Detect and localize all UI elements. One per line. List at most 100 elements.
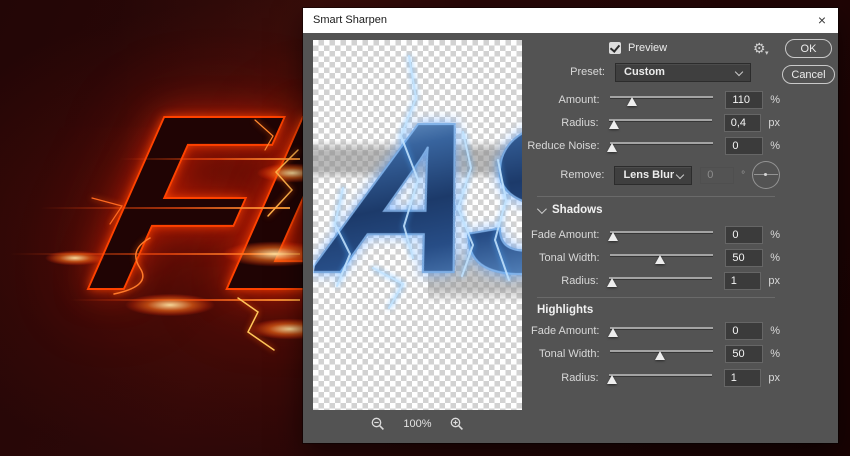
dialog-title: Smart Sharpen bbox=[313, 8, 387, 33]
radius-slider[interactable] bbox=[609, 117, 712, 130]
preview-checkbox-label: Preview bbox=[628, 42, 667, 54]
gear-icon: ⚙ bbox=[753, 40, 766, 56]
preset-label: Preset: bbox=[460, 66, 611, 78]
amount-slider[interactable] bbox=[610, 94, 714, 107]
shadows-fade-unit: % bbox=[770, 229, 780, 241]
highlights-tonal-row: Tonal Width: 50 % bbox=[460, 343, 780, 365]
highlights-radius-row: Radius: 1 px bbox=[460, 367, 780, 389]
shadows-fade-value-input[interactable]: 0 bbox=[725, 226, 763, 244]
slider-track bbox=[610, 142, 714, 144]
slider-thumb[interactable] bbox=[655, 351, 665, 360]
shadows-title: Shadows bbox=[552, 204, 602, 216]
highlights-radius-value-input[interactable]: 1 bbox=[724, 369, 762, 387]
section-divider bbox=[537, 196, 775, 197]
dialog-titlebar[interactable]: Smart Sharpen × bbox=[303, 8, 838, 33]
shadows-tonal-value-input[interactable]: 50 bbox=[725, 249, 763, 267]
slider-thumb[interactable] bbox=[627, 97, 637, 106]
highlights-fade-unit: % bbox=[770, 325, 780, 337]
section-divider bbox=[537, 297, 775, 298]
preset-value: Custom bbox=[624, 66, 665, 78]
highlights-radius-label: Radius: bbox=[460, 372, 605, 384]
reduce-noise-label: Reduce Noise: bbox=[460, 140, 606, 152]
chevron-down-icon bbox=[735, 67, 743, 75]
preview-checkbox[interactable] bbox=[609, 42, 621, 54]
reduce-noise-value-input[interactable]: 0 bbox=[725, 137, 763, 155]
amount-label: Amount: bbox=[460, 94, 606, 106]
slider-thumb[interactable] bbox=[608, 328, 618, 337]
shadows-radius-slider[interactable] bbox=[609, 275, 712, 288]
highlights-fade-label: Fade Amount: bbox=[460, 325, 606, 337]
slider-thumb[interactable] bbox=[655, 255, 665, 264]
dialog-body: AS 100% bbox=[303, 33, 838, 443]
slider-thumb[interactable] bbox=[608, 232, 618, 241]
slider-thumb[interactable] bbox=[607, 375, 617, 384]
degree-symbol: ° bbox=[741, 170, 745, 181]
radius-row: Radius: 0,4 px bbox=[460, 112, 780, 134]
radius-value-input[interactable]: 0,4 bbox=[724, 114, 762, 132]
preset-row: Preset: Custom bbox=[460, 61, 780, 83]
preset-select[interactable]: Custom bbox=[615, 63, 751, 82]
slider-track bbox=[610, 231, 714, 233]
shadows-fade-slider[interactable] bbox=[610, 229, 714, 242]
highlights-section-header: Highlights bbox=[537, 302, 593, 318]
highlights-radius-slider[interactable] bbox=[609, 372, 712, 385]
shadows-section-header: Shadows bbox=[537, 202, 602, 218]
preview-toggle-row: Preview bbox=[609, 40, 667, 56]
shadows-tonal-unit: % bbox=[770, 252, 780, 264]
shadows-radius-label: Radius: bbox=[460, 275, 605, 287]
reduce-noise-slider[interactable] bbox=[610, 140, 714, 153]
shadows-radius-unit: px bbox=[768, 275, 780, 287]
remove-select[interactable]: Lens Blur bbox=[614, 166, 692, 185]
angle-dial[interactable] bbox=[752, 161, 780, 189]
slider-track bbox=[609, 277, 712, 279]
radius-unit: px bbox=[768, 117, 780, 129]
chevron-down-icon[interactable] bbox=[537, 204, 547, 214]
amount-value-input[interactable]: 110 bbox=[725, 91, 763, 109]
radius-label: Radius: bbox=[460, 117, 605, 129]
preview-zoom-bar: 100% bbox=[313, 414, 522, 434]
remove-row: Remove: Lens Blur 0 ° bbox=[460, 162, 780, 188]
shadows-radius-value-input[interactable]: 1 bbox=[724, 272, 762, 290]
highlights-tonal-unit: % bbox=[770, 348, 780, 360]
slider-track bbox=[609, 374, 712, 376]
highlights-fade-value-input[interactable]: 0 bbox=[725, 322, 763, 340]
highlights-fade-slider[interactable] bbox=[610, 325, 714, 338]
amount-unit: % bbox=[770, 94, 780, 106]
highlights-title: Highlights bbox=[537, 304, 593, 316]
angle-input-disabled: 0 bbox=[700, 167, 734, 184]
reduce-noise-unit: % bbox=[770, 140, 780, 152]
shadows-fade-row: Fade Amount: 0 % bbox=[460, 224, 780, 246]
slider-thumb[interactable] bbox=[609, 120, 619, 129]
shadows-radius-row: Radius: 1 px bbox=[460, 270, 780, 292]
highlights-tonal-label: Tonal Width: bbox=[460, 348, 606, 360]
gear-menu-arrow-icon: ▾ bbox=[765, 49, 769, 57]
amount-row: Amount: 110 % bbox=[460, 89, 780, 111]
highlights-fade-row: Fade Amount: 0 % bbox=[460, 320, 780, 342]
slider-track bbox=[609, 119, 712, 121]
reduce-noise-row: Reduce Noise: 0 % bbox=[460, 135, 780, 157]
shadows-tonal-slider[interactable] bbox=[610, 252, 714, 265]
photoshop-workspace: FLA Smart Sharpen × AS bbox=[0, 0, 850, 456]
highlights-tonal-value-input[interactable]: 50 bbox=[725, 345, 763, 363]
ok-button[interactable]: OK bbox=[785, 39, 832, 58]
highlights-tonal-slider[interactable] bbox=[610, 348, 714, 361]
slider-track bbox=[610, 96, 714, 98]
zoom-out-icon[interactable] bbox=[371, 417, 385, 431]
slider-thumb[interactable] bbox=[607, 143, 617, 152]
slider-track bbox=[610, 327, 714, 329]
slider-thumb[interactable] bbox=[607, 278, 617, 287]
zoom-level: 100% bbox=[403, 418, 431, 430]
remove-value: Lens Blur bbox=[623, 169, 674, 181]
shadows-tonal-row: Tonal Width: 50 % bbox=[460, 247, 780, 269]
shadows-tonal-label: Tonal Width: bbox=[460, 252, 606, 264]
close-icon[interactable]: × bbox=[813, 8, 831, 32]
cancel-button[interactable]: Cancel bbox=[782, 65, 835, 84]
zoom-in-icon[interactable] bbox=[450, 417, 464, 431]
shadows-fade-label: Fade Amount: bbox=[460, 229, 606, 241]
fire-lightning-decoration bbox=[0, 0, 320, 456]
settings-menu-button[interactable]: ⚙ ▾ bbox=[753, 40, 773, 58]
chevron-down-icon bbox=[676, 170, 684, 178]
highlights-radius-unit: px bbox=[768, 372, 780, 384]
remove-label: Remove: bbox=[460, 169, 610, 181]
smart-sharpen-dialog: Smart Sharpen × AS bbox=[303, 8, 838, 443]
